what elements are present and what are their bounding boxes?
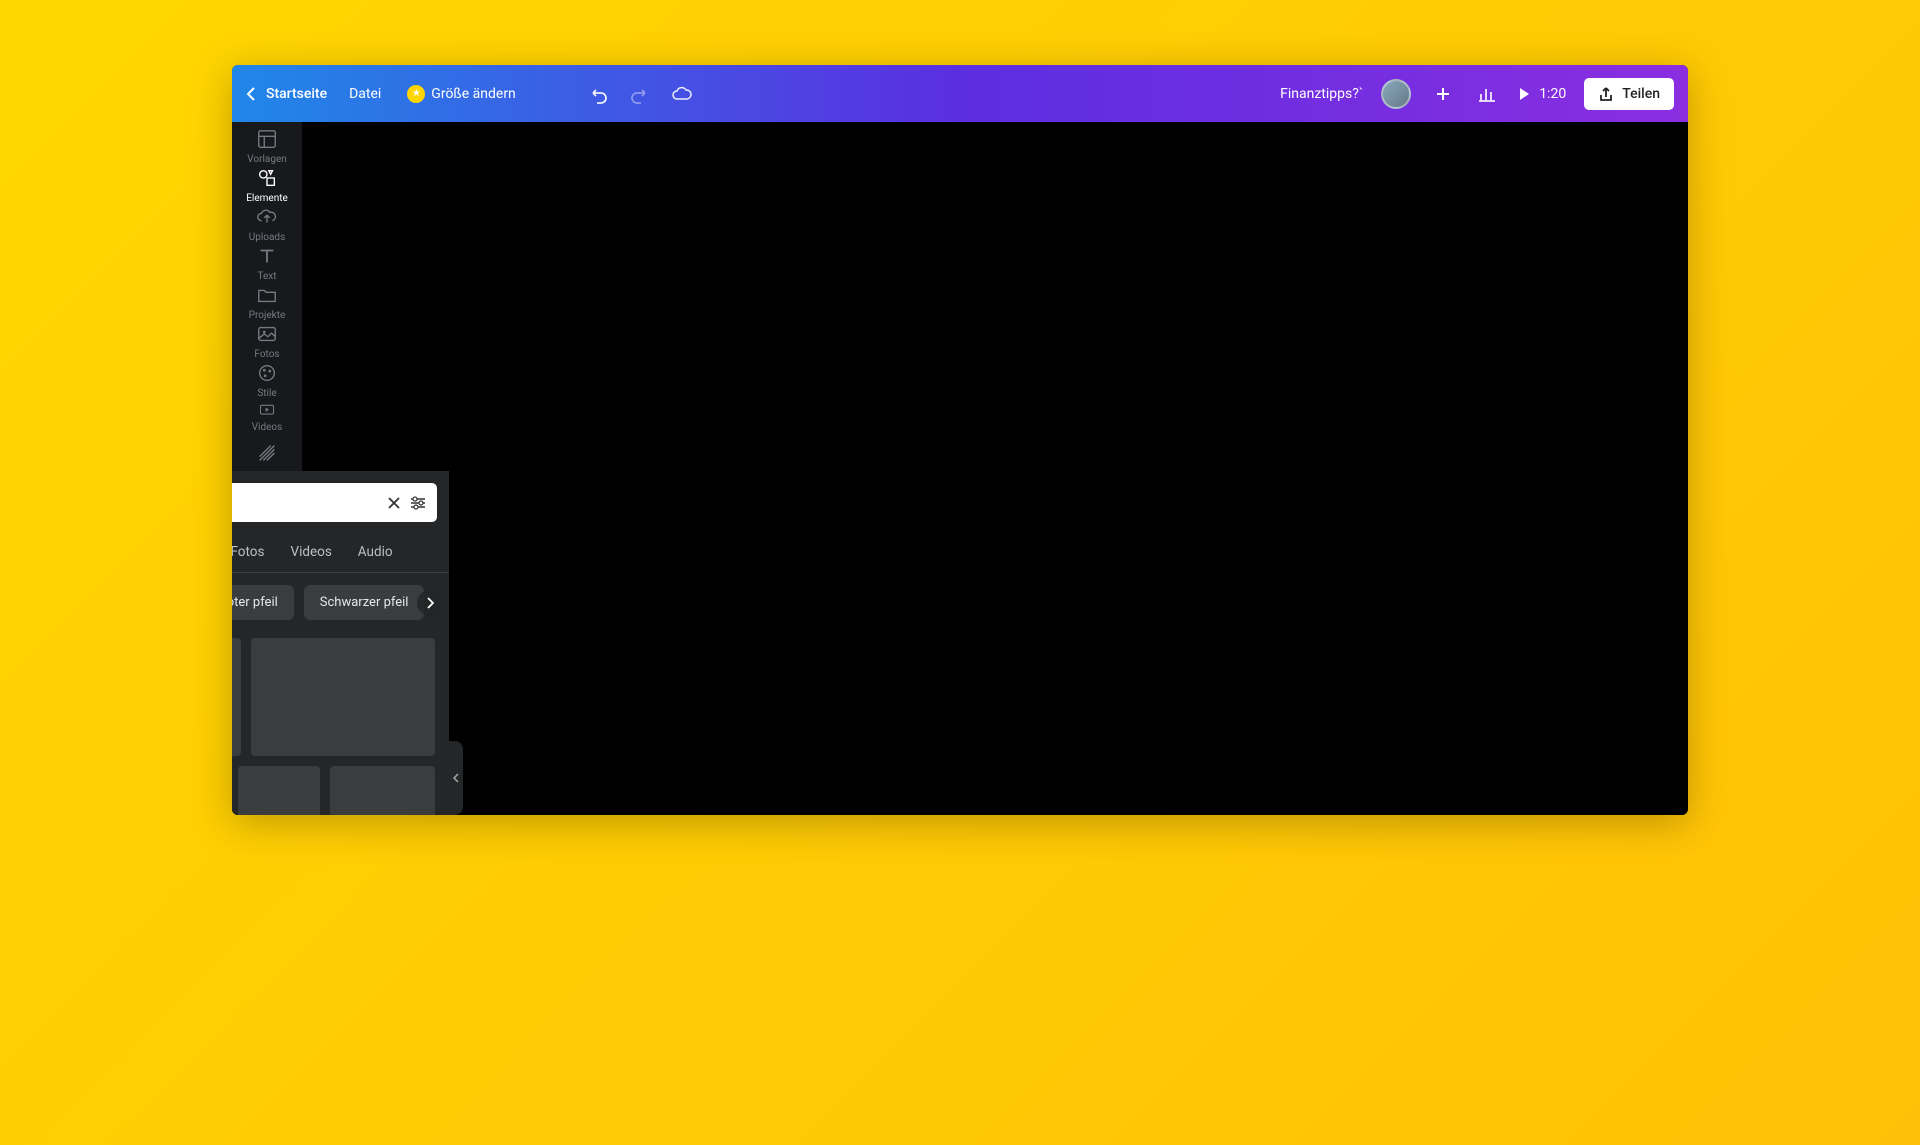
rail-projects[interactable]: Projekte <box>234 284 300 321</box>
home-button[interactable]: Startseite <box>246 86 327 102</box>
videos-icon <box>256 401 278 418</box>
rail-label: Uploads <box>249 232 285 243</box>
rail-uploads[interactable]: Uploads <box>234 206 300 243</box>
templates-icon <box>256 128 278 150</box>
plus-icon <box>1436 87 1450 101</box>
uploads-icon <box>256 206 278 228</box>
projects-icon <box>256 284 278 306</box>
clear-search-button[interactable] <box>387 496 401 510</box>
crown-icon: ★ <box>407 85 425 103</box>
home-label: Startseite <box>266 86 327 102</box>
rail-more[interactable] <box>234 437 300 469</box>
chips-scroll-right[interactable] <box>417 590 443 616</box>
left-rail: Vorlagen Elemente Uploads Text Projekte … <box>232 122 302 815</box>
rail-label: Text <box>257 271 276 282</box>
search-tabs: Alle Grafiken Fotos Videos Audio <box>232 534 449 573</box>
chevron-left-icon <box>453 773 459 783</box>
document-name[interactable]: Finanztipps?` <box>1280 86 1363 102</box>
rail-label: Vorlagen <box>247 154 287 165</box>
search-input[interactable] <box>232 495 379 511</box>
duration-label: 1:20 <box>1539 86 1566 102</box>
cloud-sync-button[interactable] <box>670 82 694 106</box>
rail-label: Projekte <box>249 310 286 321</box>
close-icon <box>387 496 401 510</box>
results-grid <box>232 632 449 815</box>
rail-templates[interactable]: Vorlagen <box>234 128 300 165</box>
tab-photos[interactable]: Fotos <box>232 534 266 572</box>
styles-icon <box>256 362 278 384</box>
result-tile[interactable] <box>232 638 241 756</box>
share-label: Teilen <box>1622 86 1660 102</box>
collapse-panel-button[interactable] <box>449 741 463 815</box>
filter-button[interactable] <box>409 495 427 511</box>
redo-button[interactable] <box>628 82 652 106</box>
result-tile[interactable] <box>251 638 435 756</box>
sliders-icon <box>409 495 427 511</box>
rail-photos[interactable]: Fotos <box>234 323 300 360</box>
undo-icon <box>588 84 608 104</box>
rail-videos[interactable]: Videos <box>234 401 300 469</box>
result-tile[interactable] <box>238 766 320 815</box>
chart-icon <box>1477 85 1497 103</box>
resize-label: Größe ändern <box>431 86 516 102</box>
elements-icon <box>256 167 278 189</box>
file-menu[interactable]: Datei <box>345 80 385 108</box>
rail-styles[interactable]: Stile <box>234 362 300 399</box>
redo-icon <box>630 84 650 104</box>
share-button[interactable]: Teilen <box>1584 78 1674 110</box>
add-member-button[interactable] <box>1429 80 1457 108</box>
rail-label: Stile <box>257 388 276 399</box>
cloud-icon <box>671 85 693 103</box>
photos-icon <box>256 323 278 345</box>
analytics-button[interactable] <box>1475 82 1499 106</box>
rail-label: Videos <box>252 422 283 433</box>
avatar[interactable] <box>1381 79 1411 109</box>
hatch-icon <box>256 442 278 464</box>
result-tile[interactable] <box>330 766 435 815</box>
tab-videos[interactable]: Videos <box>288 534 333 572</box>
tab-audio[interactable]: Audio <box>356 534 395 572</box>
chevron-left-icon <box>246 87 256 101</box>
topbar: Startseite Datei ★ Größe ändern Finanzti… <box>232 65 1688 122</box>
rail-label: Elemente <box>246 193 288 204</box>
resize-button[interactable]: ★ Größe ändern <box>403 79 520 109</box>
chip-roter-pfeil[interactable]: Roter pfeil <box>232 585 294 620</box>
rail-text[interactable]: Text <box>234 245 300 282</box>
rail-elements[interactable]: Elemente <box>234 167 300 204</box>
undo-button[interactable] <box>586 82 610 106</box>
search-input-wrap <box>232 483 437 522</box>
rail-label: Fotos <box>254 349 279 360</box>
text-icon <box>256 245 278 267</box>
play-duration[interactable]: 1:20 <box>1517 86 1566 102</box>
chevron-right-icon <box>426 597 434 609</box>
elements-panel: Alle Grafiken Fotos Videos Audio Pfeil u… <box>232 471 449 815</box>
share-icon <box>1598 86 1614 102</box>
suggestion-chips: Pfeil unten Roter pfeil Schwarzer pfeil <box>232 573 449 632</box>
play-icon <box>1517 87 1531 101</box>
chip-schwarzer-pfeil[interactable]: Schwarzer pfeil <box>304 585 425 620</box>
